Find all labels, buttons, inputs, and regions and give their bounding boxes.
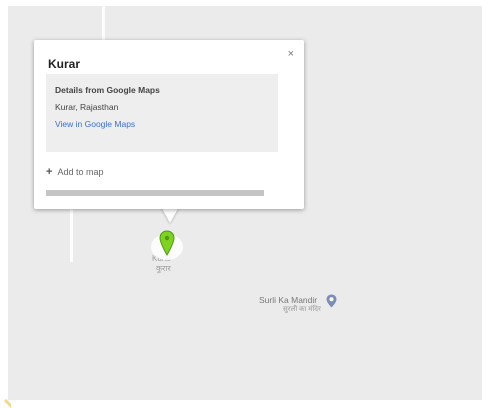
road (70, 206, 73, 262)
place-pin-icon[interactable] (326, 294, 337, 313)
poi-surli-ka-mandir[interactable]: Surli Ka Mandir सुरली का मंदिर (259, 294, 349, 319)
place-info-popup: Kurar × Details from Google Maps Kurar, … (34, 40, 304, 209)
close-icon[interactable]: × (288, 48, 294, 60)
add-to-map-label: Add to map (57, 167, 104, 177)
map-pin-green-icon[interactable] (159, 230, 175, 256)
popup-title: Kurar (48, 57, 81, 71)
plus-icon: + (46, 166, 53, 178)
selected-place-marker[interactable] (151, 230, 183, 264)
place-native-label: कुरार (156, 264, 171, 273)
poi-native-label: सुरली का मंदिर (283, 306, 321, 313)
details-heading: Details from Google Maps (55, 85, 160, 95)
add-to-map-button[interactable]: + Add to map (46, 166, 103, 178)
view-in-google-maps-link[interactable]: View in Google Maps (55, 119, 135, 129)
poi-label: Surli Ka Mandir (259, 295, 318, 305)
map-frame: Surli Ka Mandir सुरली का मंदिर Kurar कुर… (0, 0, 490, 408)
details-address: Kurar, Rajasthan (55, 102, 119, 112)
popup-scrollbar[interactable] (46, 190, 264, 196)
popup-tail (161, 207, 179, 223)
details-box: Details from Google Maps Kurar, Rajastha… (46, 74, 278, 152)
